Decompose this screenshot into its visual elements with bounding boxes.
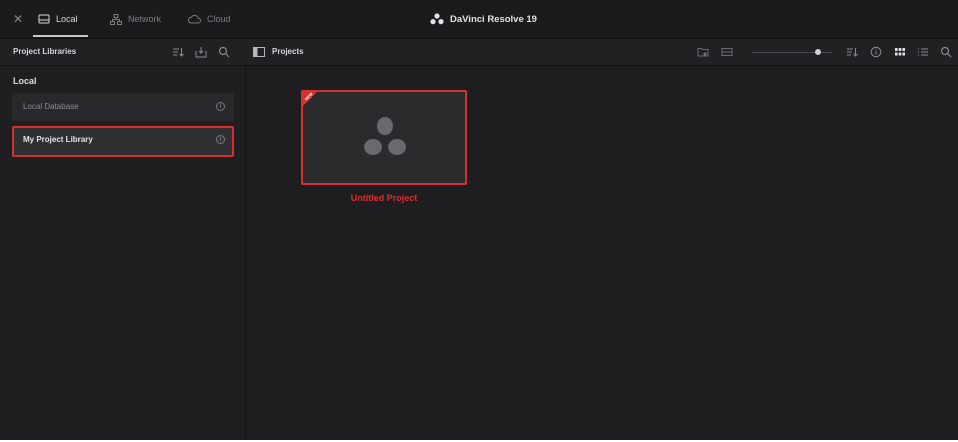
sort-icon[interactable] bbox=[846, 46, 858, 58]
project-libraries-title: Project Libraries bbox=[13, 47, 77, 56]
section-label-local: Local bbox=[13, 76, 37, 86]
import-icon[interactable] bbox=[195, 46, 207, 58]
projects-title: Projects bbox=[272, 47, 304, 56]
zoom-slider-handle[interactable] bbox=[815, 49, 821, 55]
project-thumbnail[interactable]: NEW bbox=[301, 90, 467, 185]
network-icon bbox=[110, 13, 122, 25]
library-item-my-project-library[interactable]: My Project Library i bbox=[12, 126, 234, 157]
info-icon[interactable] bbox=[870, 46, 882, 58]
tab-label: Local bbox=[56, 14, 78, 24]
cloud-icon bbox=[188, 14, 201, 24]
title-bar: ✕ Local Network Cloud DaVinci Resolve 19 bbox=[0, 0, 958, 39]
projects-panel: NEW Untitled Project bbox=[246, 66, 958, 440]
tab-label: Cloud bbox=[207, 14, 231, 24]
tab-label: Network bbox=[128, 14, 162, 24]
grid-view-icon[interactable] bbox=[894, 46, 906, 58]
tab-network[interactable]: Network bbox=[110, 0, 161, 38]
project-name[interactable]: Untitled Project bbox=[301, 193, 467, 203]
new-folder-icon[interactable] bbox=[697, 46, 709, 58]
drive-icon bbox=[38, 14, 50, 24]
tab-cloud[interactable]: Cloud bbox=[187, 0, 231, 38]
list-view-icon[interactable] bbox=[917, 46, 929, 58]
search-icon[interactable] bbox=[940, 46, 952, 58]
app-title-text: DaVinci Resolve 19 bbox=[450, 13, 537, 25]
tab-local[interactable]: Local bbox=[38, 0, 78, 38]
davinci-logo-icon bbox=[364, 117, 406, 155]
toolbar: Project Libraries Projects bbox=[0, 39, 958, 66]
close-icon[interactable]: ✕ bbox=[12, 13, 24, 25]
info-icon[interactable]: i bbox=[216, 102, 225, 111]
sort-icon[interactable] bbox=[172, 46, 184, 58]
library-item-local-database[interactable]: Local Database i bbox=[12, 93, 234, 121]
project-libraries-sidebar: Local Local Database i My Project Librar… bbox=[0, 66, 246, 440]
app-title: DaVinci Resolve 19 bbox=[430, 0, 537, 38]
active-tab-indicator bbox=[33, 35, 88, 37]
search-icon[interactable] bbox=[218, 46, 230, 58]
thumbnail-icon[interactable] bbox=[721, 46, 733, 58]
info-icon[interactable]: i bbox=[216, 135, 225, 144]
project-manager-window: ✕ Local Network Cloud DaVinci Resolve 19… bbox=[0, 0, 958, 440]
sidebar-toggle-icon[interactable] bbox=[253, 46, 265, 58]
library-item-label: My Project Library bbox=[23, 135, 93, 144]
davinci-logo-icon bbox=[430, 13, 444, 25]
library-item-label: Local Database bbox=[23, 102, 79, 111]
